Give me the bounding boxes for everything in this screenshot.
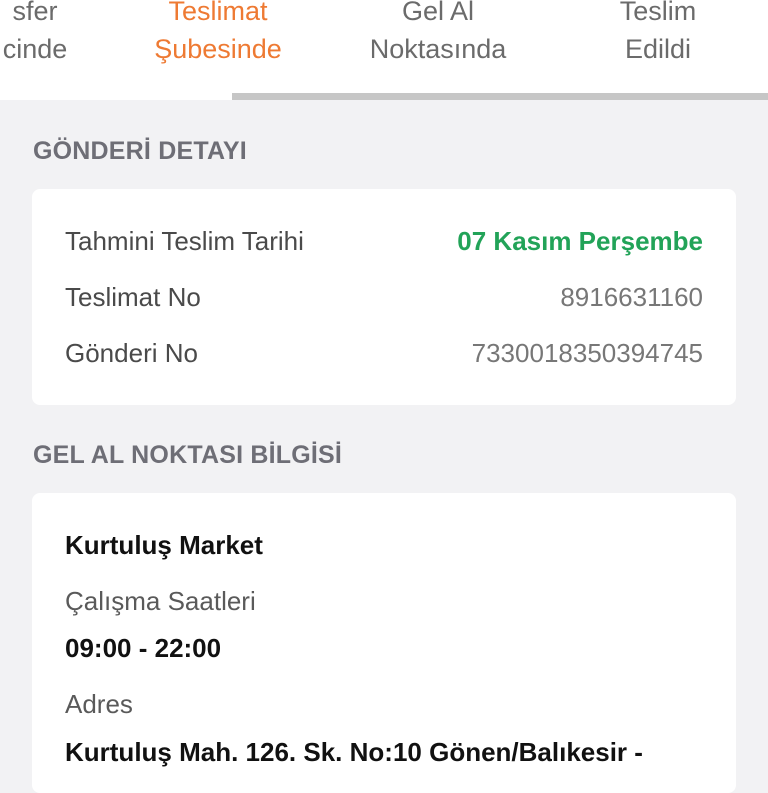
delivery-number-label: Teslimat No	[65, 282, 201, 312]
shipment-number-row: Gönderi No 7330018350394745	[65, 335, 703, 371]
delivery-number-row: Teslimat No 8916631160	[65, 279, 703, 315]
tab-delivered-line1: Teslim	[619, 0, 697, 26]
pickup-point-card: Kurtuluş Market Çalışma Saatleri 09:00 -…	[32, 493, 736, 793]
delivery-number-value: 8916631160	[560, 282, 703, 312]
tab-delivered[interactable]: Teslim Edildi	[563, 0, 753, 68]
status-tabs: sfer cinde Teslimat Şubesinde Gel Al Nok…	[0, 0, 768, 100]
pickup-point-title: GEL AL NOKTASI BİLGİSİ	[33, 441, 343, 469]
tab-delivered-line2: Edildi	[624, 34, 692, 64]
tab-pickup-point[interactable]: Gel Al Noktasında	[343, 0, 533, 68]
tab-transfer[interactable]: sfer cinde	[0, 0, 130, 68]
shipment-detail-title: GÖNDERİ DETAYI	[33, 137, 247, 165]
pickup-point-name: Kurtuluş Market	[65, 530, 263, 560]
estimated-delivery-label: Tahmini Teslim Tarihi	[65, 226, 304, 256]
shipment-number-value: 7330018350394745	[471, 338, 703, 368]
address-label: Adres	[65, 689, 133, 719]
tab-delivery-branch[interactable]: Teslimat Şubesinde	[123, 0, 313, 68]
tab-pickup-point-line1: Gel Al	[401, 0, 475, 26]
address-value: Kurtuluş Mah. 126. Sk. No:10 Gönen/Balık…	[65, 737, 643, 767]
estimated-delivery-row: Tahmini Teslim Tarihi 07 Kasım Perşembe	[65, 223, 703, 259]
progress-track	[232, 93, 768, 100]
shipment-number-label: Gönderi No	[65, 338, 198, 368]
tab-transfer-line2: cinde	[2, 34, 68, 64]
tab-delivery-branch-line2: Şubesinde	[154, 34, 282, 64]
working-hours-value: 09:00 - 22:00	[65, 633, 222, 663]
tab-delivery-branch-line1: Teslimat	[168, 0, 268, 26]
working-hours-label: Çalışma Saatleri	[65, 586, 256, 616]
shipment-detail-card: Tahmini Teslim Tarihi 07 Kasım Perşembe …	[32, 189, 736, 405]
estimated-delivery-value: 07 Kasım Perşembe	[457, 226, 703, 256]
tab-transfer-line1: sfer	[12, 0, 58, 26]
tab-pickup-point-line2: Noktasında	[369, 34, 507, 64]
